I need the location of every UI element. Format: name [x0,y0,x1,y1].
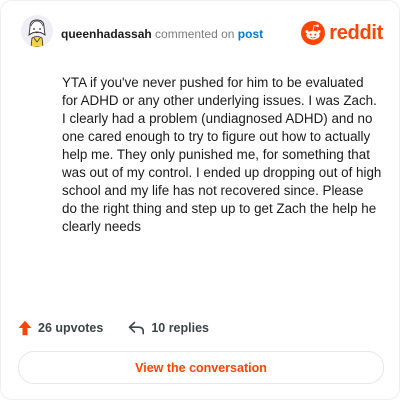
comment-embed-card: queenhadassah commented on post reddit Y… [0,0,400,400]
reddit-logo[interactable]: reddit [301,20,383,46]
comment-meta: queenhadassah commented on post [61,27,263,41]
upvote-label: 26 upvotes [38,321,104,335]
comment-stats: 26 upvotes 10 replies [18,318,209,338]
reply-label: 10 replies [151,321,209,335]
view-conversation-button[interactable]: View the conversation [18,351,384,384]
reddit-wordmark: reddit [329,21,383,44]
reddit-snoo-icon [301,21,326,45]
post-link[interactable]: post [238,27,263,41]
username-link[interactable]: queenhadassah [61,27,152,41]
comment-header: queenhadassah commented on post reddit [21,15,383,55]
commented-on-label: commented on [155,27,235,41]
upvote-count[interactable]: 26 upvotes [18,320,103,336]
reply-arrow-icon [129,321,145,335]
upvote-arrow-icon [18,320,32,336]
comment-body: YTA if you've never pushed for him to be… [62,75,382,234]
avatar-icon[interactable] [21,15,53,47]
reply-count[interactable]: 10 replies [128,321,209,335]
